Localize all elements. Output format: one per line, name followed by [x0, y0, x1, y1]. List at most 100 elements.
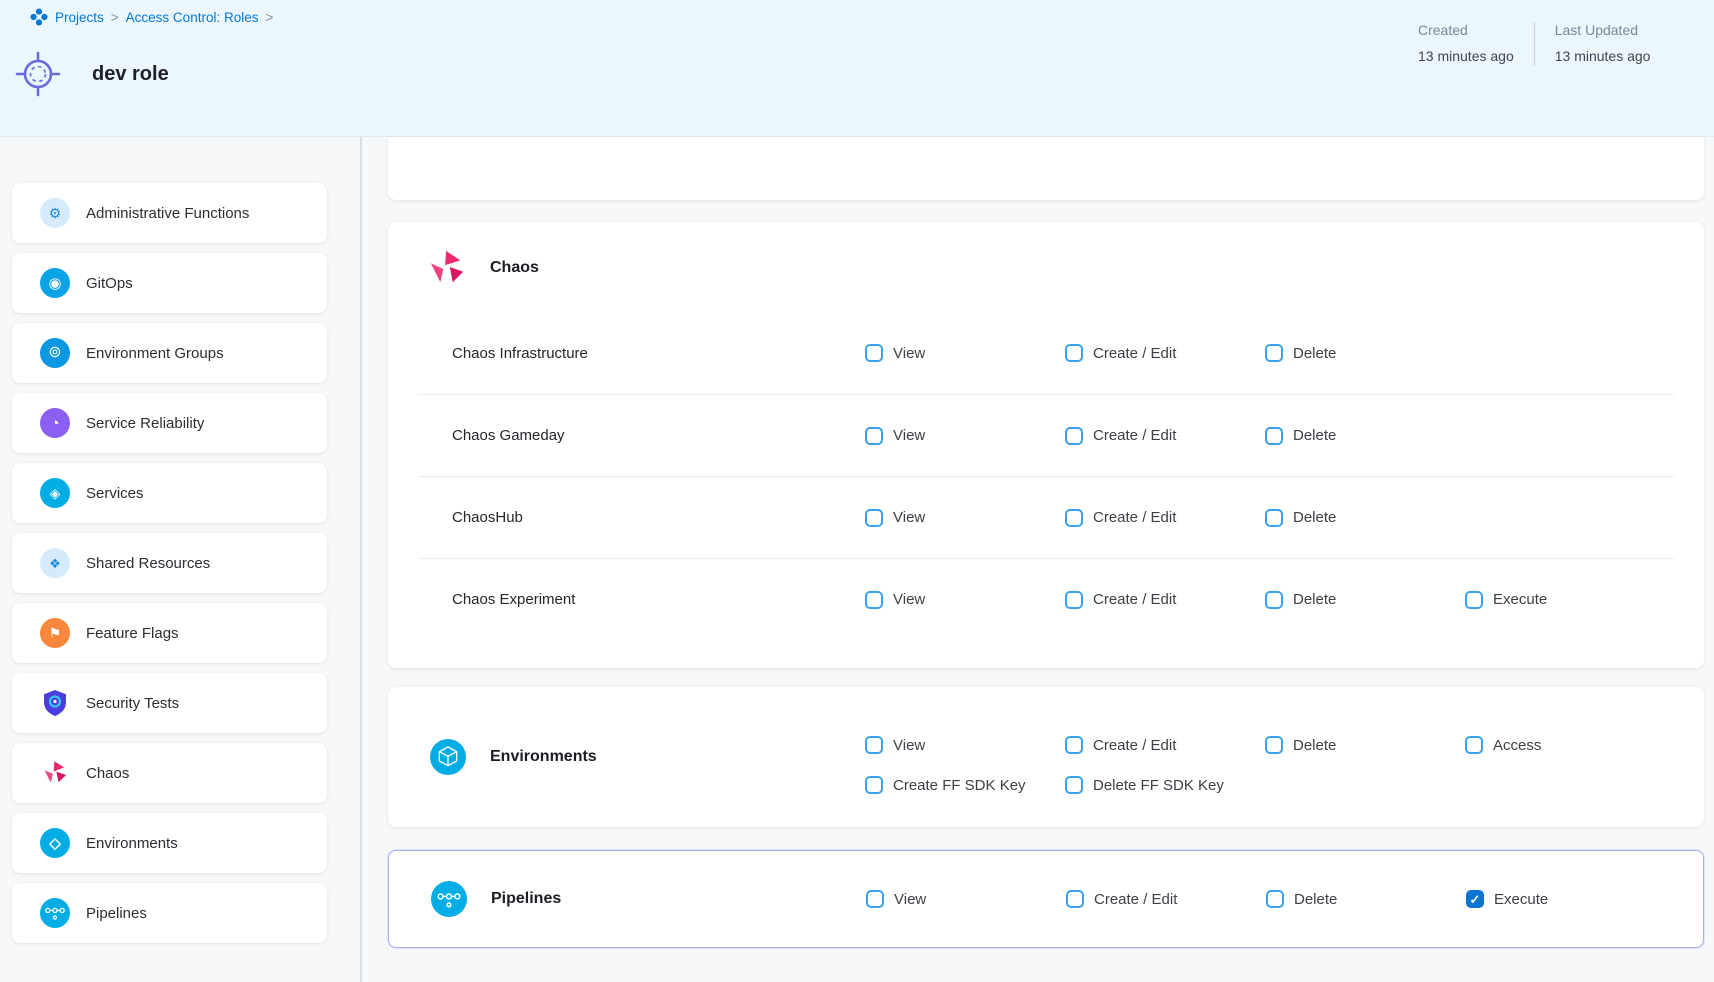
environments-icon: ◇: [40, 828, 70, 858]
service-reliability-icon: ◔: [40, 408, 70, 438]
row-label: ChaosHub: [452, 509, 865, 526]
checkbox-label: Execute: [1494, 891, 1548, 908]
permission-row-chaoshub: ChaosHub ✓View ✓Create / Edit ✓Delete: [418, 476, 1674, 558]
environments-card-title: Environments: [490, 687, 597, 827]
checkbox-label: Create FF SDK Key: [893, 777, 1026, 794]
checkbox-create-edit[interactable]: ✓: [1065, 344, 1083, 362]
sidebar-item-shared-resources[interactable]: ❖ Shared Resources: [12, 533, 327, 593]
sidebar-item-environment-groups[interactable]: ⊚ Environment Groups: [12, 323, 327, 383]
chaos-pinwheel-icon: [40, 758, 70, 788]
checkbox-delete[interactable]: ✓: [1265, 736, 1283, 754]
gear-icon: ⚙: [40, 198, 70, 228]
sidebar-item-label: Environment Groups: [86, 345, 224, 362]
checkbox-label: View: [893, 427, 925, 444]
checkbox-label: Access: [1493, 737, 1541, 754]
checkbox-label: Execute: [1493, 591, 1547, 608]
sidebar-item-label: Security Tests: [86, 695, 179, 712]
checkbox-label: Delete: [1293, 737, 1336, 754]
harness-project-icon: [30, 8, 48, 26]
checkbox-execute[interactable]: ✓: [1466, 890, 1484, 908]
sidebar-item-pipelines[interactable]: Pipelines: [12, 883, 327, 943]
checkbox-create-edit[interactable]: ✓: [1065, 427, 1083, 445]
chaos-permission-rows: Chaos Infrastructure ✓ View ✓ Create / Edi…: [418, 312, 1674, 640]
sidebar-item-services[interactable]: ◈ Services: [12, 463, 327, 523]
last-updated-value: 13 minutes ago: [1555, 46, 1651, 66]
sidebar-item-chaos[interactable]: Chaos: [12, 743, 327, 803]
checkbox-create-edit[interactable]: ✓: [1065, 591, 1083, 609]
checkbox-label: Delete: [1293, 427, 1336, 444]
breadcrumb-access-control-roles[interactable]: Access Control: Roles: [126, 10, 259, 25]
checkbox-view[interactable]: ✓: [865, 736, 883, 754]
chaos-pinwheel-icon: [428, 249, 466, 287]
checkbox-access[interactable]: ✓: [1465, 736, 1483, 754]
created-label: Created: [1418, 20, 1514, 40]
permission-row-chaos-infrastructure: Chaos Infrastructure ✓View ✓Create / Edi…: [418, 312, 1674, 394]
security-shield-icon: [40, 688, 70, 718]
checkbox-label: Delete: [1294, 891, 1337, 908]
checkbox-label: Create / Edit: [1093, 427, 1176, 444]
breadcrumb-projects[interactable]: Projects: [55, 10, 104, 25]
chaos-permissions-card: Chaos Chaos Infrastructure ✓ View ✓ Create…: [388, 222, 1704, 668]
sidebar-main-divider: [360, 137, 362, 982]
permission-row-chaos-gameday: Chaos Gameday ✓ View ✓ Create / Edit ✓ Dele…: [418, 394, 1674, 476]
checkbox-execute[interactable]: ✓: [1465, 591, 1483, 609]
checkbox-delete[interactable]: ✓: [1265, 427, 1283, 445]
shared-resources-icon: ❖: [40, 548, 70, 578]
checkbox-delete[interactable]: ✓: [1265, 591, 1283, 609]
sidebar-item-label: Shared Resources: [86, 555, 210, 572]
sidebar-item-label: Service Reliability: [86, 415, 204, 432]
sidebar-item-administrative-functions[interactable]: ⚙ Administrative Functions: [12, 183, 327, 243]
chaos-card-header: Chaos: [428, 249, 539, 287]
sidebar-item-label: Environments: [86, 835, 178, 852]
checkbox-delete[interactable]: ✓: [1265, 344, 1283, 362]
pipelines-permissions-card[interactable]: Pipelines ✓View ✓Create / Edit ✓Delete ✓…: [388, 850, 1704, 948]
services-icon: ◈: [40, 478, 70, 508]
checkbox-create-edit[interactable]: ✓: [1065, 509, 1083, 527]
sidebar-item-environments[interactable]: ◇ Environments: [12, 813, 327, 873]
checkbox-label: View: [893, 591, 925, 608]
row-label: Chaos Experiment: [452, 591, 865, 608]
last-updated-label: Last Updated: [1555, 20, 1651, 40]
checkbox-create-ff-sdk-key[interactable]: ✓: [865, 776, 883, 794]
checkbox-view[interactable]: ✓: [865, 344, 883, 362]
sidebar-item-security-tests[interactable]: Security Tests: [12, 673, 327, 733]
feature-flag-icon: ⚑: [40, 618, 70, 648]
sidebar-item-feature-flags[interactable]: ⚑ Feature Flags: [12, 603, 327, 663]
checkbox-label: Create / Edit: [1093, 737, 1176, 754]
role-meta: Created 13 minutes ago Last Updated 13 m…: [1418, 20, 1650, 66]
checkbox-label: View: [894, 891, 926, 908]
chaos-card-title: Chaos: [490, 259, 539, 277]
environment-groups-icon: ⊚: [40, 338, 70, 368]
gitops-icon: ◉: [40, 268, 70, 298]
checkbox-view[interactable]: ✓: [865, 509, 883, 527]
created-value: 13 minutes ago: [1418, 46, 1514, 66]
checkbox-label: View: [893, 345, 925, 362]
checkbox-create-edit[interactable]: ✓: [1066, 890, 1084, 908]
checkbox-label: Delete: [1293, 345, 1336, 362]
row-label: Chaos Gameday: [452, 427, 865, 444]
checkbox-view[interactable]: ✓: [865, 427, 883, 445]
role-target-icon: [14, 50, 62, 98]
breadcrumb-separator: >: [111, 10, 119, 25]
page-title: dev role: [92, 63, 169, 86]
checkbox-delete[interactable]: ✓: [1266, 890, 1284, 908]
last-updated-block: Last Updated 13 minutes ago: [1555, 20, 1651, 66]
sidebar-item-label: Feature Flags: [86, 625, 179, 642]
checkbox-label: Delete: [1293, 509, 1336, 526]
checkbox-view[interactable]: ✓: [866, 890, 884, 908]
sidebar-item-service-reliability[interactable]: ◔ Service Reliability: [12, 393, 327, 453]
breadcrumb: Projects > Access Control: Roles >: [30, 8, 273, 26]
checkbox-label: Create / Edit: [1093, 509, 1176, 526]
meta-divider: [1534, 22, 1535, 66]
checkbox-label: Delete: [1293, 591, 1336, 608]
row-label: Chaos Infrastructure: [452, 345, 865, 362]
role-title-row: dev role: [14, 50, 169, 98]
checkbox-create-edit[interactable]: ✓: [1065, 736, 1083, 754]
environments-permissions-card: Environments ✓View ✓Create / Edit ✓Delet…: [388, 687, 1704, 827]
sidebar-item-gitops[interactable]: ◉ GitOps: [12, 253, 327, 313]
checkbox-delete[interactable]: ✓: [1265, 509, 1283, 527]
checkbox-view[interactable]: ✓: [865, 591, 883, 609]
pipelines-card-title: Pipelines: [491, 851, 561, 947]
scrolled-card-partial: [388, 137, 1704, 200]
checkbox-delete-ff-sdk-key[interactable]: ✓: [1065, 776, 1083, 794]
